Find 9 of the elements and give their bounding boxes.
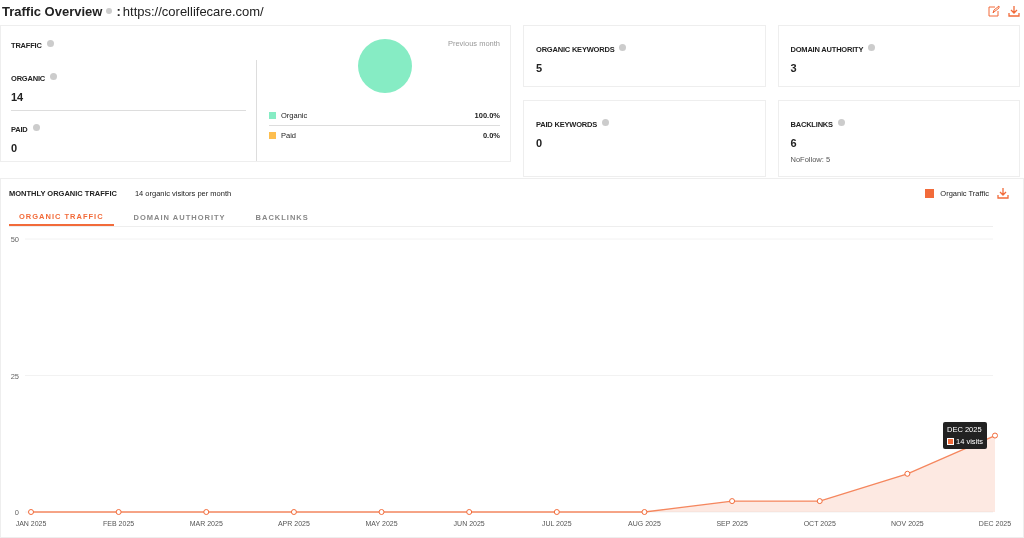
stat-value: 6 — [790, 137, 798, 149]
page-title: Traffic Overview — [2, 3, 103, 19]
metric-value: 14 — [11, 91, 25, 103]
stat-value: 3 — [790, 62, 798, 74]
site-url: https://corellifecare.com/ — [122, 3, 264, 19]
stat-value: 0 — [536, 137, 544, 149]
separator: : — [116, 3, 121, 19]
metric-value: 0 — [11, 142, 19, 154]
stat-value: 5 — [536, 62, 544, 74]
